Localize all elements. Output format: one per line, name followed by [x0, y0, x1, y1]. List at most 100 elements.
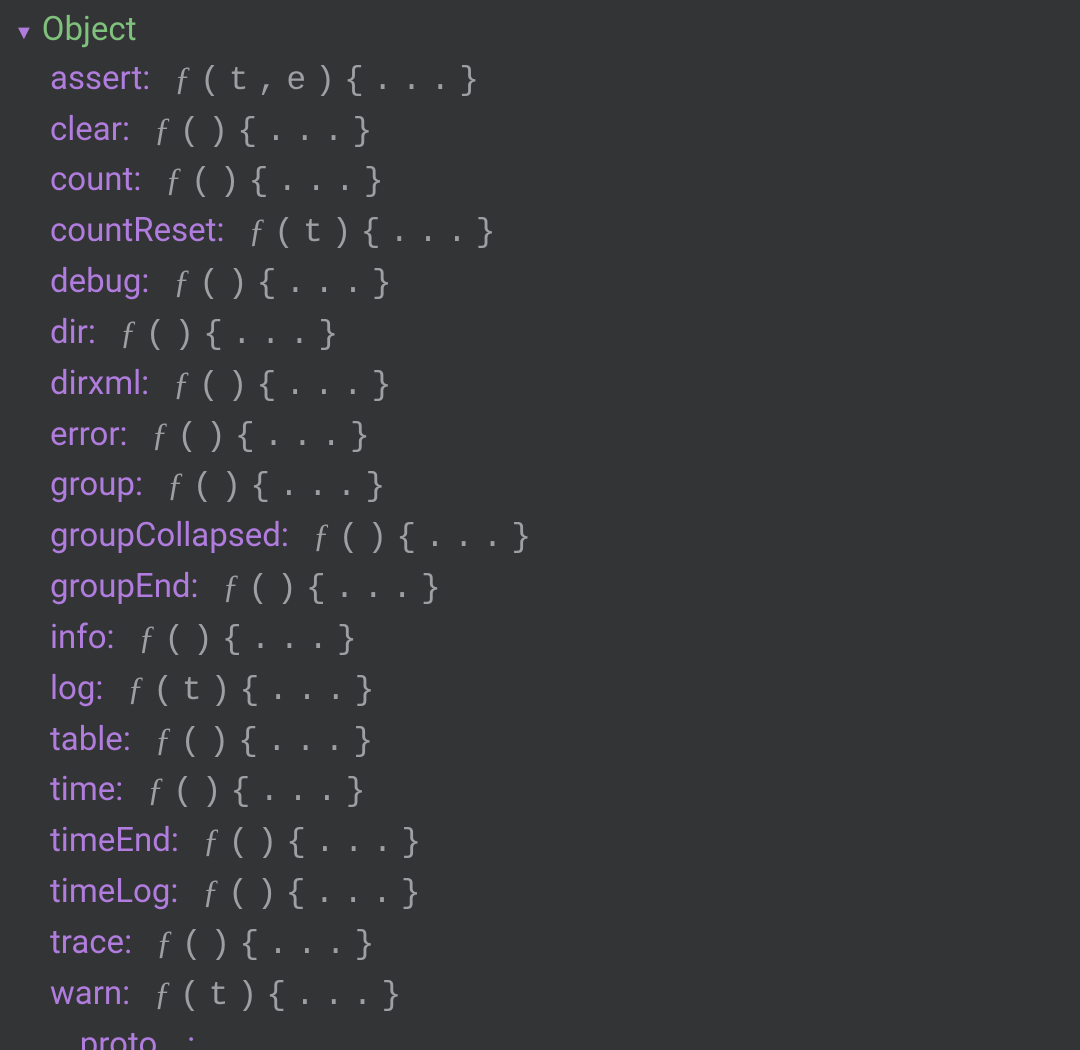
property-name: clear — [50, 110, 122, 149]
function-signature: (){...} — [182, 926, 384, 963]
function-symbol-icon: ƒ — [147, 772, 165, 808]
disclosure-triangle-icon[interactable]: ▼ — [14, 22, 34, 42]
property-colon: : — [135, 465, 143, 504]
property-row[interactable]: timeEnd: ƒ (){...} — [50, 817, 1080, 868]
property-row[interactable]: warn: ƒ (t){...} — [50, 970, 1080, 1021]
property-row[interactable]: count:ƒ (){...} — [50, 156, 1080, 207]
function-signature: (){...} — [180, 113, 382, 150]
property-row[interactable]: clear: ƒ (){...} — [50, 106, 1080, 157]
property-colon: : — [191, 567, 199, 606]
function-symbol-icon: ƒ — [313, 518, 331, 554]
property-colon: : — [141, 364, 149, 403]
property-colon: : — [170, 872, 178, 911]
proto-row[interactable]: __proto__: … — [50, 1021, 1080, 1050]
function-symbol-icon: ƒ — [155, 722, 173, 758]
property-name: time — [50, 770, 115, 809]
property-colon: : — [107, 618, 115, 657]
property-row[interactable]: groupCollapsed: ƒ (){...} — [50, 512, 1080, 563]
property-name: countReset — [50, 211, 216, 250]
property-name: error — [50, 415, 120, 454]
proto-name: __proto__ — [50, 1025, 187, 1050]
property-row[interactable]: assert: ƒ (t,e){...} — [50, 55, 1080, 106]
function-symbol-icon: ƒ — [173, 366, 191, 402]
property-row[interactable]: debug: ƒ (){...} — [50, 258, 1080, 309]
function-symbol-icon: ƒ — [139, 620, 157, 656]
function-signature: (){...} — [339, 519, 541, 556]
function-symbol-icon: ƒ — [173, 264, 191, 300]
property-name: groupCollapsed — [50, 516, 281, 555]
function-signature: (){...} — [193, 468, 395, 505]
property-row[interactable]: dir: ƒ (){...} — [50, 309, 1080, 360]
function-signature: (t){...} — [153, 672, 383, 709]
property-colon: : — [187, 1025, 195, 1050]
object-header[interactable]: ▼ Object — [0, 6, 1080, 55]
function-symbol-icon: ƒ — [152, 417, 170, 453]
proto-link[interactable]: … — [219, 1025, 241, 1050]
property-colon: : — [122, 974, 130, 1013]
function-symbol-icon: ƒ — [156, 925, 174, 961]
property-colon: : — [124, 923, 132, 962]
property-colon: : — [95, 669, 103, 708]
function-symbol-icon: ƒ — [154, 976, 172, 1012]
property-row[interactable]: trace: ƒ (){...} — [50, 919, 1080, 970]
function-signature: (){...} — [173, 773, 375, 810]
property-colon: : — [141, 262, 149, 301]
property-name: dir — [50, 313, 88, 352]
function-signature: (){...} — [199, 367, 401, 404]
property-name: count — [50, 160, 133, 199]
function-signature: (){...} — [181, 723, 383, 760]
property-row[interactable]: group: ƒ (){...} — [50, 461, 1080, 512]
function-signature: (){...} — [229, 824, 431, 861]
property-colon: : — [142, 59, 150, 98]
property-name: group — [50, 465, 135, 504]
property-colon: : — [122, 110, 130, 149]
function-symbol-icon: ƒ — [127, 671, 145, 707]
property-colon: : — [120, 415, 128, 454]
property-name: dirxml — [50, 364, 141, 403]
function-signature: (t,e){...} — [200, 62, 488, 99]
property-colon: : — [123, 720, 131, 759]
property-colon: : — [171, 821, 179, 860]
property-name: timeLog — [50, 872, 170, 911]
property-colon: : — [115, 770, 123, 809]
property-colon: : — [281, 516, 289, 555]
property-colon: : — [88, 313, 96, 352]
property-name: groupEnd — [50, 567, 191, 606]
property-name: info — [50, 618, 107, 657]
function-symbol-icon: ƒ — [165, 162, 183, 198]
property-row[interactable]: dirxml: ƒ (){...} — [50, 360, 1080, 411]
function-signature: (){...} — [146, 316, 348, 353]
property-row[interactable]: error:ƒ (){...} — [50, 411, 1080, 462]
function-symbol-icon: ƒ — [248, 213, 266, 249]
property-colon: : — [216, 211, 224, 250]
function-symbol-icon: ƒ — [120, 315, 138, 351]
function-symbol-icon: ƒ — [167, 467, 185, 503]
property-row[interactable]: table: ƒ (){...} — [50, 716, 1080, 767]
function-signature: (){...} — [199, 265, 401, 302]
function-symbol-icon: ƒ — [203, 823, 221, 859]
function-signature: (){...} — [248, 570, 450, 607]
function-symbol-icon: ƒ — [174, 61, 192, 97]
function-symbol-icon: ƒ — [202, 874, 220, 910]
function-signature: (){...} — [164, 621, 366, 658]
property-row[interactable]: time: ƒ (){...} — [50, 766, 1080, 817]
property-row[interactable]: groupEnd: ƒ (){...} — [50, 563, 1080, 614]
function-symbol-icon: ƒ — [154, 112, 172, 148]
function-symbol-icon: ƒ — [223, 569, 241, 605]
property-name: table — [50, 720, 123, 759]
function-signature: (t){...} — [180, 977, 410, 1014]
property-name: warn — [50, 974, 122, 1013]
property-row[interactable]: log: ƒ (t){...} — [50, 665, 1080, 716]
property-row[interactable]: info: ƒ (){...} — [50, 614, 1080, 665]
property-row[interactable]: timeLog: ƒ (){...} — [50, 868, 1080, 919]
property-name: trace — [50, 923, 124, 962]
function-signature: (t){...} — [274, 214, 504, 251]
object-properties-list: assert:ƒ (t,e){...}clear:ƒ (){...}count:… — [0, 55, 1080, 1050]
property-row[interactable]: countReset: ƒ (t){...} — [50, 207, 1080, 258]
object-type-label: Object — [42, 6, 137, 55]
function-signature: (){...} — [228, 875, 430, 912]
property-name: assert — [50, 59, 142, 98]
property-name: debug — [50, 262, 141, 301]
property-name: log — [50, 669, 95, 708]
property-name: timeEnd — [50, 821, 171, 860]
